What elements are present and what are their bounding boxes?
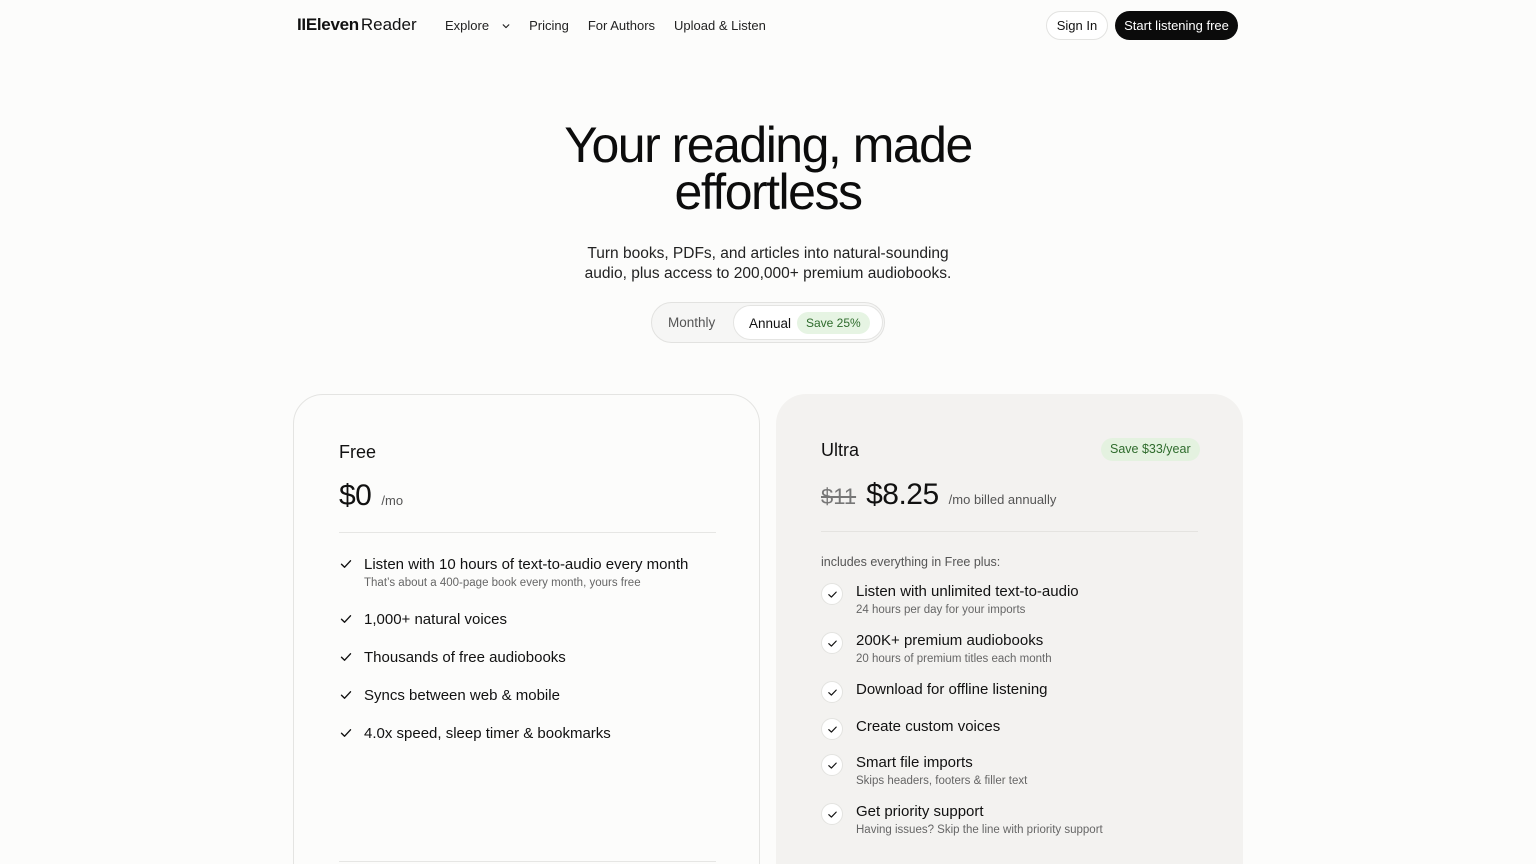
billing-toggle: Monthly Annual Save 25% — [651, 302, 885, 343]
logo-wordmark: IIEleven — [297, 15, 359, 34]
feature-title: 1,000+ natural voices — [364, 611, 508, 628]
check-icon — [340, 691, 352, 699]
check-icon — [340, 729, 352, 737]
divider — [339, 532, 716, 533]
billing-annual-label: Annual — [749, 316, 792, 331]
check-icon — [340, 615, 352, 623]
divider — [821, 531, 1198, 532]
feature-title: Thousands of free audiobooks — [364, 649, 566, 666]
billing-monthly-option[interactable]: Monthly — [668, 314, 715, 332]
top-nav: IIEleven Reader Explore Pricing For Autho… — [0, 0, 1536, 52]
plan-name: Ultra — [821, 440, 860, 460]
plan-period: /mo billed annually — [948, 492, 1057, 507]
logo-suffix: Reader — [360, 15, 417, 34]
nav-for-authors[interactable]: For Authors — [588, 17, 655, 35]
feature-title: Listen with 10 hours of text-to-audio ev… — [364, 556, 689, 573]
plan-period: /mo — [381, 493, 404, 508]
feature-title: 200K+ premium audiobooks — [856, 632, 1044, 649]
save-percent-badge: Save 25% — [797, 312, 870, 334]
check-circle-icon — [821, 583, 843, 605]
nav-explore-label: Explore — [445, 18, 490, 33]
price-row: $11 $8.25 /mo billed annually — [821, 478, 1056, 512]
hero-subtitle: Turn books, PDFs, and articles into natu… — [584, 245, 952, 282]
sign-in-button[interactable]: Sign In — [1046, 11, 1108, 40]
logo[interactable]: IIEleven Reader — [297, 14, 417, 36]
start-listening-button[interactable]: Start listening free — [1115, 11, 1238, 40]
plan-price: $0 — [339, 479, 372, 512]
feature-subtitle: Skips headers, footers & filler text — [856, 775, 1028, 787]
nav-explore[interactable]: Explore — [445, 17, 510, 35]
feature-subtitle: That’s about a 400-page book every month… — [364, 577, 641, 589]
includes-note: includes everything in Free plus: — [821, 555, 1001, 569]
check-circle-icon — [821, 681, 843, 703]
check-circle-icon — [821, 632, 843, 654]
feature-subtitle: Having issues? Skip the line with priori… — [856, 824, 1103, 836]
check-circle-icon — [821, 754, 843, 776]
feature-subtitle: 24 hours per day for your imports — [856, 604, 1026, 616]
original-price: $11 — [821, 484, 857, 509]
feature-title: Syncs between web & mobile — [364, 687, 560, 704]
check-circle-icon — [821, 718, 843, 740]
check-circle-icon — [821, 803, 843, 825]
check-icon — [340, 653, 352, 661]
price-row: $0 /mo — [339, 479, 403, 513]
chevron-down-icon — [502, 24, 510, 29]
ultra-plan-card: Ultra Save $33/year $11 $8.25 /mo billed… — [776, 394, 1243, 864]
nav-pricing[interactable]: Pricing — [529, 17, 569, 35]
billing-annual-option[interactable]: Annual Save 25% — [733, 305, 883, 340]
nav-upload-listen[interactable]: Upload & Listen — [674, 17, 766, 35]
feature-title: Get priority support — [856, 803, 984, 820]
check-icon — [340, 560, 352, 568]
feature-title: Smart file imports — [856, 754, 973, 771]
feature-title: Create custom voices — [856, 718, 1001, 735]
feature-title: Listen with unlimited text-to-audio — [856, 583, 1079, 600]
feature-subtitle: 20 hours of premium titles each month — [856, 653, 1052, 665]
feature-title: Download for offline listening — [856, 681, 1048, 698]
feature-title: 4.0x speed, sleep timer & bookmarks — [364, 725, 611, 742]
save-per-year-badge: Save $33/year — [1101, 438, 1200, 461]
plan-price: $8.25 — [866, 478, 939, 511]
page-title: Your reading, made effortless — [564, 117, 973, 220]
divider — [339, 861, 716, 862]
plan-name: Free — [339, 442, 377, 462]
nav-links: Explore Pricing For Authors Upload & Lis… — [445, 17, 766, 35]
free-plan-card: Free $0 /mo Listen with 10 hours of text… — [293, 394, 760, 864]
